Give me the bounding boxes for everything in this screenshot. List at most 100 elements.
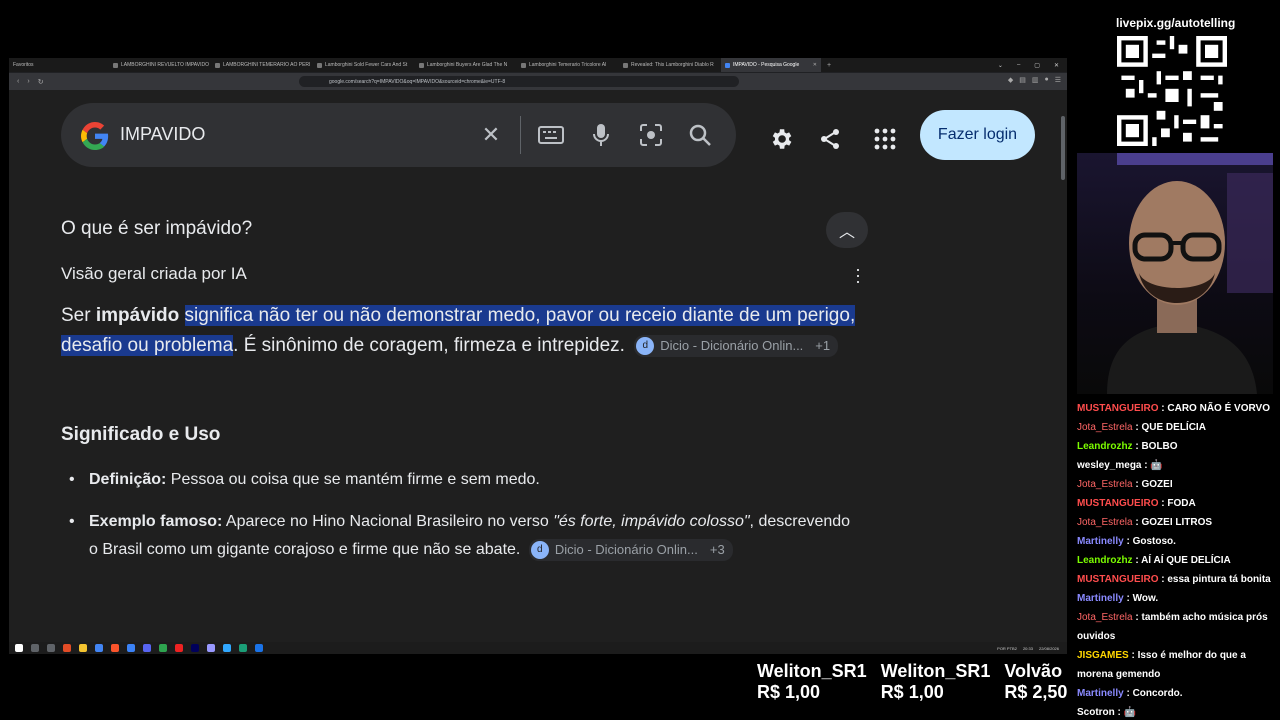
chat-message: Martinelly : Concordo. [1077,684,1277,703]
forward-icon[interactable]: › [27,78,29,86]
address-bar: ‹ › ↻ google.com/search?q=IMPAVIDO&oq=IM… [9,73,1067,90]
url-text: google.com/search?q=IMPAVIDO&oq=IMPAVIDO… [329,78,506,85]
folder-icon[interactable] [79,644,87,652]
list-item: Exemplo famoso: Aparece no Hino Nacional… [69,508,859,564]
source-chip[interactable]: d Dicio - Dicionário Onlin... +3 [528,538,733,561]
taskview-icon[interactable] [47,644,55,652]
divider [520,116,521,154]
app-icon[interactable] [175,644,183,652]
chat-username: Jota_Estrela [1077,479,1133,490]
ai-answer: Ser impávido significa não ter ou não de… [61,301,881,361]
url-field[interactable]: google.com/search?q=IMPAVIDO&oq=IMPAVIDO… [299,76,739,87]
chat-message: MUSTANGUEIRO : FODA [1077,494,1277,513]
donation-value: R$ 1,00 [880,682,944,702]
microphone-icon[interactable] [587,121,615,149]
chat-username: Leandrozhz [1077,441,1133,452]
favicon-icon [521,62,526,68]
split-icon[interactable]: ▥ [1032,76,1039,84]
google-favicon-icon [725,62,730,68]
after-effects-icon[interactable] [191,644,199,652]
profile-icon[interactable]: ● [1044,76,1048,84]
more-options-icon[interactable]: · · · [853,260,863,290]
tab-revuelto[interactable]: LAMBORGHINI REVUELTO IMPAVIDO [109,58,211,72]
collapse-button[interactable]: ︿ [826,212,868,248]
discord-icon[interactable] [143,644,151,652]
tab-temerario[interactable]: LAMBORGHINI TEMERARIO AO PERI [211,58,313,72]
toolbar-icons: ◆ ▤ ▥ ● ☰ [1008,76,1061,84]
app-icon[interactable] [63,644,71,652]
keyboard-icon[interactable] [537,121,565,149]
new-tab-icon[interactable]: + [821,62,831,69]
search-box[interactable]: IMPAVIDO ✕ [61,103,736,167]
donation-value: R$ 1,00 [757,682,821,702]
clear-icon[interactable]: ✕ [477,121,505,149]
clock-time[interactable]: 20:33 [1023,646,1033,651]
chat-text: 🤖 [1123,707,1137,718]
dicio-icon: d [530,540,549,559]
menu-icon[interactable]: ☰ [1055,76,1061,84]
donation-item: Volvão R$ 2,50 [1004,661,1067,703]
bullet-list: Definição: Pessoa ou coisa que se mantém… [69,466,859,578]
chat-message: Jota_Estrela : também acho música prós o… [1077,608,1277,646]
chat-username: MUSTANGUEIRO [1077,574,1159,585]
brave-icon[interactable] [111,644,119,652]
reload-icon[interactable]: ↻ [38,78,44,86]
chat-text: Wow. [1132,593,1159,604]
steam-icon[interactable] [255,644,263,652]
tab-buyers[interactable]: Lamborghini Buyers Are Glad The N [415,58,517,72]
apps-grid-icon[interactable] [871,125,899,153]
photoshop-icon[interactable] [223,644,231,652]
search-taskbar-icon[interactable] [31,644,39,652]
search-query[interactable]: IMPAVIDO [120,124,205,145]
premiere-icon[interactable] [207,644,215,652]
chat-username: Jota_Estrela [1077,612,1133,623]
sidebar-icon[interactable]: ▤ [1019,76,1026,84]
tab-tricolore[interactable]: Lamborghini Temerario Tricolore Al [517,58,619,72]
tab-sold-fewer[interactable]: Lamborghini Sold Fewer Cars And St [313,58,415,72]
google-logo-icon [81,122,109,150]
login-button[interactable]: Fazer login [920,110,1035,160]
chat-username: Leandrozhz [1077,555,1133,566]
clock-date[interactable]: 22/08/2026 [1039,646,1059,651]
section-title: Significado e Uso [61,424,221,445]
tab-label: LAMBORGHINI REVUELTO IMPAVIDO [121,62,209,68]
close-tab-icon[interactable]: ✕ [813,62,817,68]
chevron-up-icon: ︿ [838,224,855,241]
scrollbar[interactable] [1061,116,1065,180]
settings-gear-icon[interactable] [767,125,795,153]
chat-username: Martinelly [1077,593,1124,604]
share-icon[interactable] [816,125,844,153]
minimize-icon[interactable]: – [1017,62,1020,69]
chat-separator: : [1128,650,1138,661]
question-heading[interactable]: O que é ser impávido? [61,218,252,240]
maximize-icon[interactable]: ▢ [1034,62,1040,69]
windows-start-icon[interactable] [15,644,23,652]
close-window-icon[interactable]: ✕ [1054,62,1059,69]
tab-favorites[interactable]: Favoritos [9,58,109,72]
lens-icon[interactable] [637,121,665,149]
chevron-down-icon[interactable]: ⌄ [998,62,1003,69]
webcam-feed [1077,153,1273,394]
app-icon[interactable] [127,644,135,652]
extension-icon[interactable]: ◆ [1008,76,1013,84]
back-icon[interactable]: ‹ [17,78,19,86]
chat-username: MUSTANGUEIRO [1077,498,1159,509]
search-icon[interactable] [686,121,714,149]
source-chip[interactable]: d Dicio - Dicionário Onlin... +1 [634,334,839,357]
tab-diablo[interactable]: Revealed: This Lamborghini Diablo R [619,58,721,72]
chat-message: MUSTANGUEIRO : CARO NÃO É VORVO [1077,399,1277,418]
ai-overview-label: Visão geral criada por IA [61,264,247,283]
favicon-icon [113,62,118,68]
language-indicator[interactable]: POR PTB2 [997,646,1017,651]
chat-username: MUSTANGUEIRO [1077,403,1159,414]
app-icon[interactable] [159,644,167,652]
nav-buttons: ‹ › ↻ [9,78,52,86]
app-icon[interactable] [239,644,247,652]
tab-impavido[interactable]: IMPAVIDO - Pesquisa Google ✕ [721,58,821,72]
dicio-icon: d [636,336,655,355]
chat-username: Martinelly [1077,536,1124,547]
chat-message: Martinelly : Gostoso. [1077,532,1277,551]
chrome-icon[interactable] [95,644,103,652]
chat-text: QUE DELÍCIA [1141,422,1206,433]
window-controls: ⌄ – ▢ ✕ [998,62,1067,69]
